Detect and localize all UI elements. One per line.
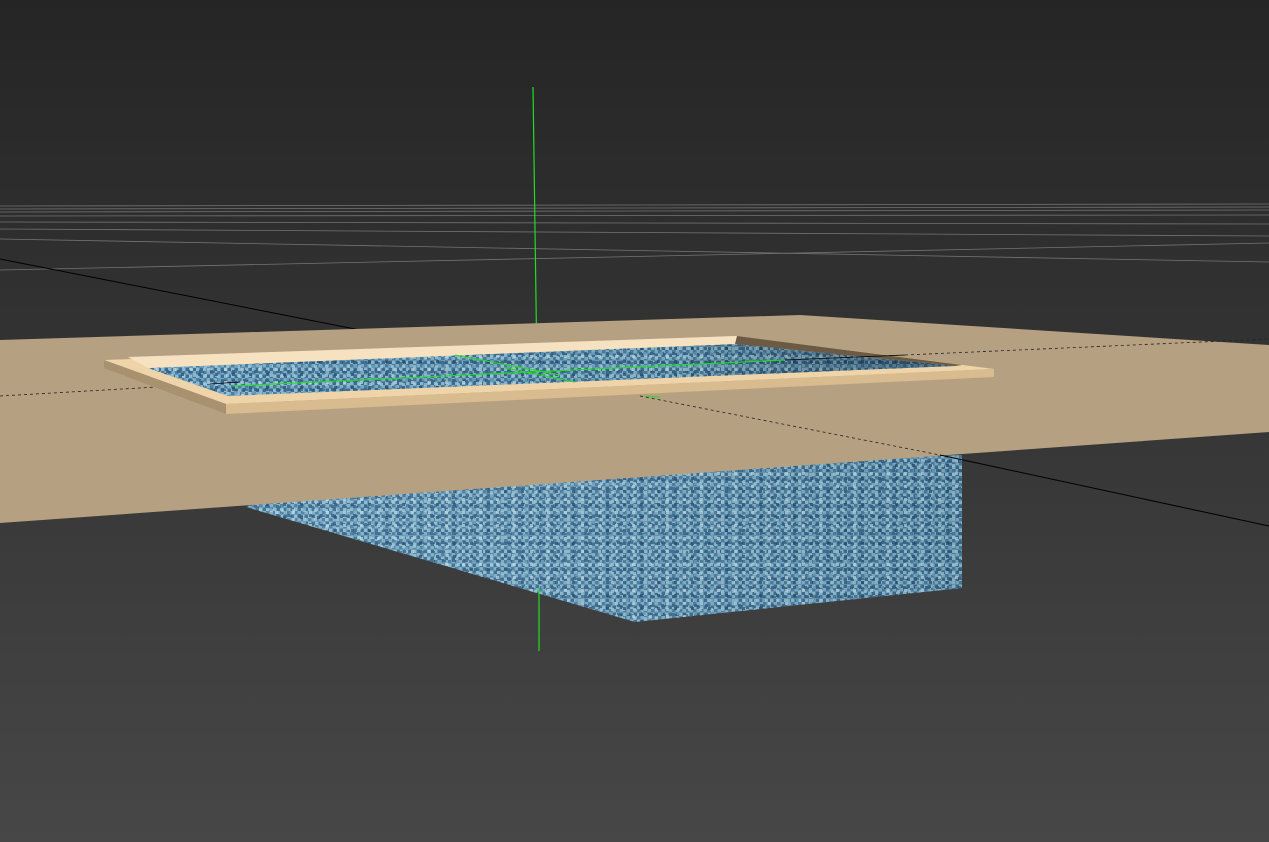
viewport-canvas[interactable] [0,0,1269,842]
3d-viewport[interactable] [0,0,1269,842]
